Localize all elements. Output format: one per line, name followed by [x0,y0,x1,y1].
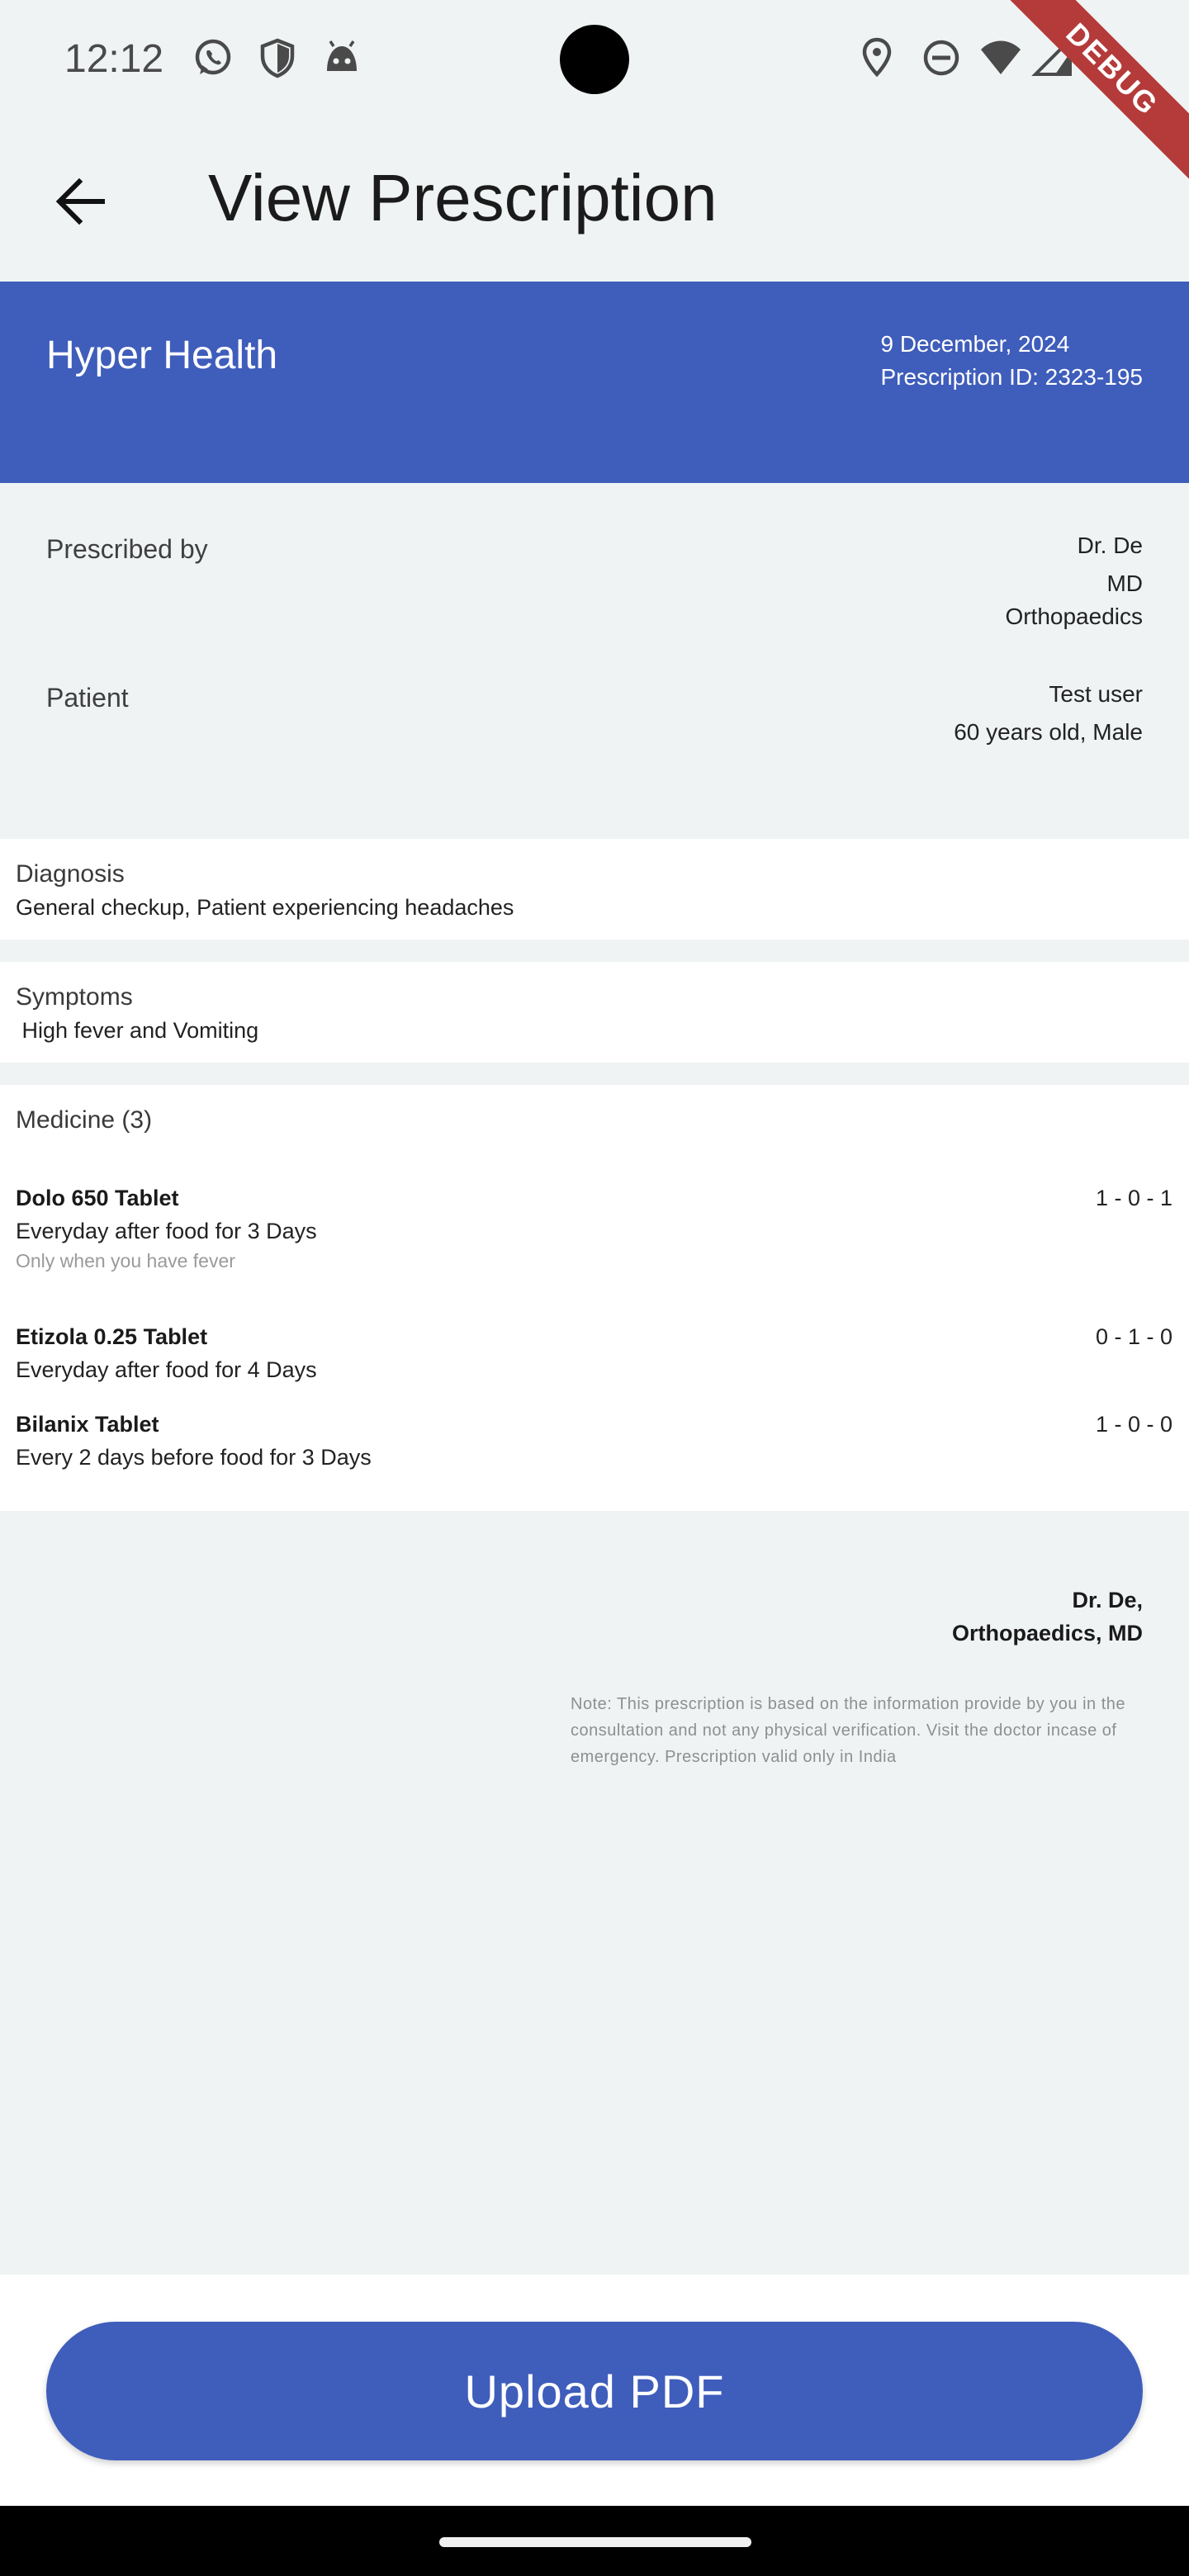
symptoms-label: Symptoms [16,983,133,1011]
status-time: 12:12 [64,37,164,81]
medicine-section: Medicine (3) Dolo 650 Tablet 1 - 0 - 1 E… [0,1085,1189,1511]
medicine-name: Dolo 650 Tablet [16,1186,179,1210]
diagnosis-value: General checkup, Patient experiencing he… [16,895,514,920]
medicine-schedule: Everyday after food for 3 Days [16,1219,317,1243]
prescription-date: 9 December, 2024 [880,331,1070,357]
medicine-schedule: Everyday after food for 4 Days [16,1357,317,1382]
prescriber-patient-block: Prescribed by Dr. De MD Orthopaedics Pat… [0,483,1189,838]
signature-name: Dr. De, [1072,1588,1143,1612]
page-title: View Prescription [208,161,718,234]
prescriber-degree: MD [1106,571,1143,596]
medicine-dosage: 0 - 1 - 0 [1095,1324,1172,1349]
patient-age-gender: 60 years old, Male [954,719,1143,745]
wifi-icon [981,40,1021,74]
signature-credentials: Orthopaedics, MD [951,1621,1143,1646]
medicine-note: Only when you have fever [16,1250,235,1271]
android-face-icon [327,40,357,71]
do-not-disturb-icon [923,40,959,76]
shield-icon [260,38,295,78]
prescriber-details: Dr. De MD Orthopaedics [1005,529,1143,633]
upload-pdf-button[interactable]: Upload PDF [46,2322,1143,2460]
whatsapp-icon [195,39,231,75]
medicine-dosage: 1 - 0 - 1 [1095,1186,1172,1210]
doctor-signature: Dr. De, Orthopaedics, MD [952,1584,1143,1650]
clinic-name: Hyper Health [46,334,278,377]
patient-label: Patient [46,683,129,713]
diagnosis-section: Diagnosis General checkup, Patient exper… [0,839,1189,940]
prescriber-specialty: Orthopaedics [1005,604,1143,629]
symptoms-section: Symptoms High fever and Vomiting [0,962,1189,1063]
prescriber-name: Dr. De [1077,533,1143,558]
bottom-action-panel: Upload PDF [0,2275,1189,2506]
system-navigation-bar [0,2506,1189,2576]
medicine-label: Medicine (3) [16,1106,153,1134]
prescription-header: Hyper Health 9 December, 2024 Prescripti… [0,282,1189,483]
diagnosis-label: Diagnosis [16,860,125,888]
front-camera [560,25,629,94]
status-bar: 12:12 DEBUG [0,0,1189,182]
patient-name: Test user [1049,681,1143,707]
symptoms-value: High fever and Vomiting [16,1018,259,1043]
home-indicator[interactable] [439,2537,751,2547]
app-bar: View Prescription [0,124,1189,281]
header-meta: 9 December, 2024 Prescription ID: 2323-1… [880,328,1143,394]
prescribed-by-label: Prescribed by [46,534,208,564]
prescription-note: Note: This prescription is based on the … [571,1695,1126,1766]
medicine-name: Bilanix Tablet [16,1412,159,1437]
medicine-dosage: 1 - 0 - 0 [1095,1412,1172,1437]
medicine-name: Etizola 0.25 Tablet [16,1324,208,1349]
location-icon [862,37,892,78]
prescription-id: Prescription ID: 2323-195 [880,364,1143,390]
medicine-schedule: Every 2 days before food for 3 Days [16,1445,372,1470]
patient-details: Test user 60 years old, Male [954,678,1143,749]
arrow-back-icon[interactable] [48,168,114,234]
